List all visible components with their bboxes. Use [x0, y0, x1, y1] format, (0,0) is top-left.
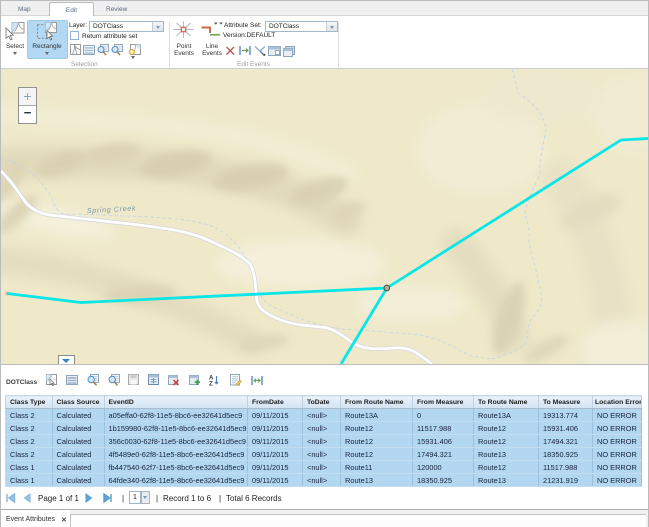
svg-text:Z: Z	[209, 382, 213, 388]
